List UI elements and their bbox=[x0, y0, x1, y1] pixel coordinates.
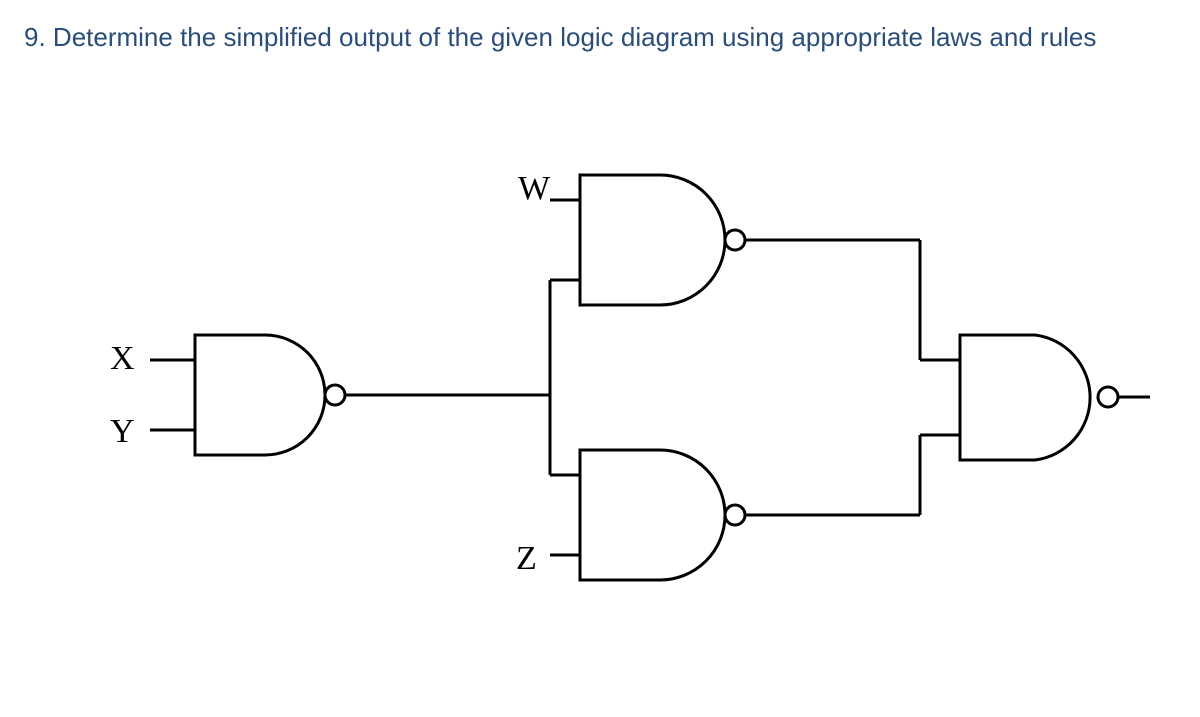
logic-diagram: W X Y Z bbox=[50, 100, 1150, 670]
question-body: Determine the simplified output of the g… bbox=[53, 22, 1096, 52]
question-container: 9. Determine the simplified output of th… bbox=[0, 0, 1200, 85]
gate-nand-2 bbox=[550, 175, 745, 305]
question-text: 9. Determine the simplified output of th… bbox=[24, 18, 1176, 57]
gate-nand-3 bbox=[550, 450, 745, 580]
circuit-svg bbox=[50, 100, 1150, 670]
gate-nand-1 bbox=[150, 335, 345, 455]
question-number: 9. bbox=[24, 22, 46, 52]
gate-nand-4 bbox=[920, 335, 1150, 460]
